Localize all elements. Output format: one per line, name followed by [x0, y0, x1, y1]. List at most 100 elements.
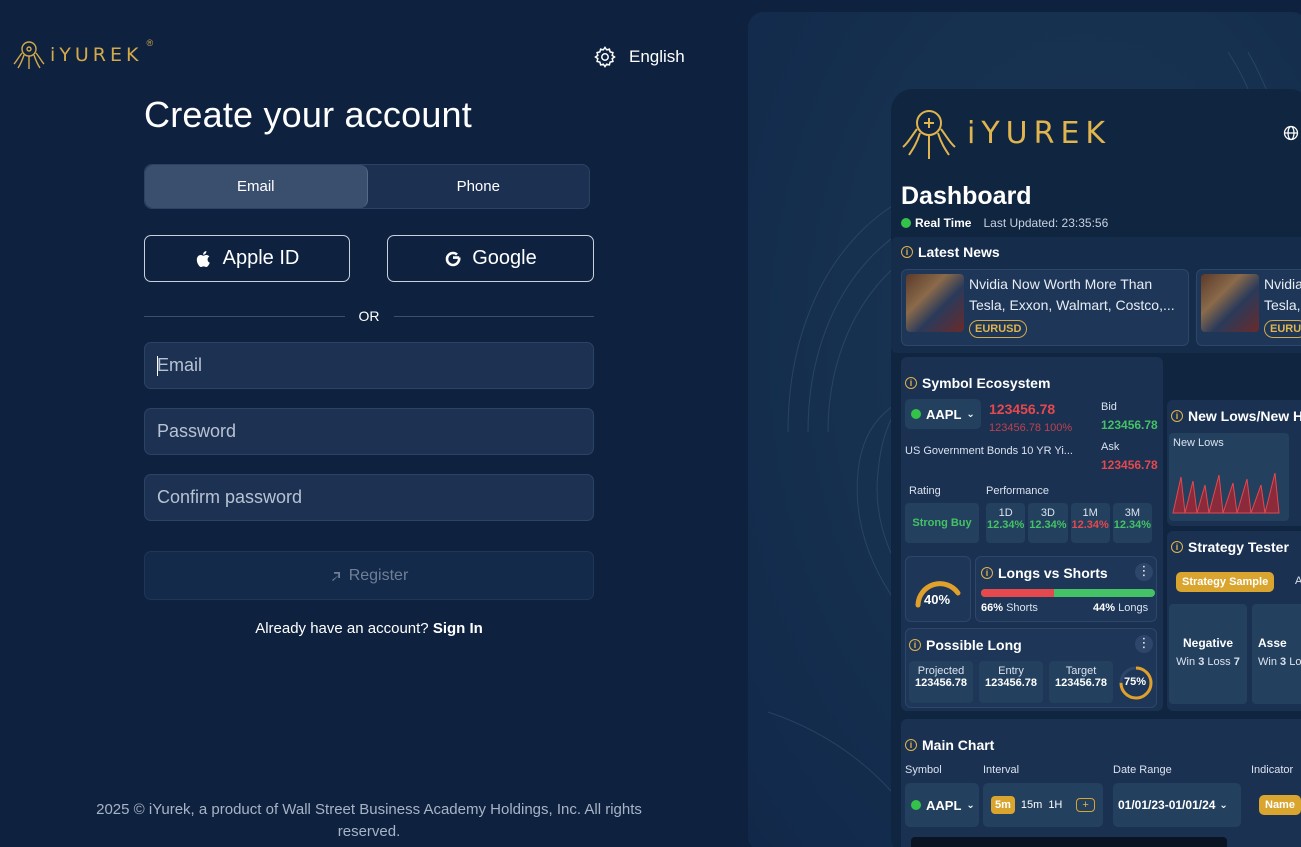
win-loss-stat: Win 3 Lo — [1258, 656, 1301, 668]
interval-label: Interval — [983, 764, 1020, 776]
more-options-icon[interactable]: ⋮ — [1135, 635, 1153, 653]
status-dot — [901, 218, 911, 228]
entry-label: Entry — [998, 665, 1024, 677]
octopus-logo-icon — [902, 110, 956, 159]
win-value: 3 — [1280, 656, 1287, 668]
performance-cell: 3M 12.34% — [1112, 503, 1152, 543]
trademark: ® — [146, 38, 154, 48]
new-lows-title: New Lows/New H — [1188, 408, 1301, 424]
rating-label: Rating — [909, 485, 941, 497]
dashboard-title: Dashboard — [901, 182, 1032, 210]
new-lows-sparkline — [1172, 472, 1280, 514]
password-field[interactable] — [144, 408, 594, 455]
chevron-down-icon: ⌄ — [966, 799, 975, 811]
signin-prompt-row: Already have an account? Sign In — [144, 620, 594, 637]
page-title: Create your account — [144, 94, 472, 135]
news-headline-line: Tesla, Exxon, Walmart, Costco,... — [969, 297, 1175, 313]
chart-symbol-name: AAPL — [926, 797, 962, 813]
brand-name: iYUREK — [50, 44, 143, 66]
strategy-sample-button[interactable]: Strategy Sample — [1176, 572, 1275, 592]
info-icon: i — [909, 639, 921, 651]
bid-value: 123456.78 — [1101, 418, 1158, 432]
interval-option[interactable]: 1H — [1048, 799, 1062, 811]
instrument-name: US Government Bonds 10 YR Yi... — [905, 445, 1073, 457]
chevron-down-icon: ⌄ — [966, 408, 975, 420]
performance-period: 1M — [1082, 507, 1098, 519]
possible-long-header: i Possible Long — [909, 637, 1022, 653]
shorts-value: 66% — [981, 602, 1004, 614]
register-button[interactable]: Register — [144, 551, 594, 600]
info-icon: i — [1171, 410, 1183, 422]
date-range-select[interactable]: 01/01/23-01/01/24 ⌄ — [1113, 783, 1241, 827]
longs-shorts-bar — [981, 589, 1155, 597]
brand-logo[interactable]: iYUREK ® — [12, 38, 153, 72]
symbol-ecosystem-title: Symbol Ecosystem — [922, 375, 1051, 391]
google-button[interactable]: Google — [387, 235, 594, 282]
chart-symbol-select[interactable]: AAPL ⌄ — [905, 783, 979, 827]
info-icon: i — [901, 246, 913, 258]
info-icon: i — [1171, 541, 1183, 553]
signup-method-tabs: Email Phone — [144, 164, 590, 209]
text-caret — [157, 356, 158, 376]
news-headline-line: Nvidia Now Worth More Than — [969, 276, 1153, 292]
apple-id-button[interactable]: Apple ID — [144, 235, 350, 282]
price-change-value: 123456.78 — [989, 422, 1041, 434]
indicator-name-button[interactable]: Name — [1259, 795, 1301, 815]
dashboard-brand-name: iYUREK — [967, 115, 1112, 151]
projected-value: 123456.78 — [915, 677, 967, 689]
more-options-icon[interactable]: ⋮ — [1135, 563, 1153, 581]
win-label: Win — [1258, 656, 1277, 668]
or-label: OR — [358, 308, 380, 324]
performance-period: 3D — [1040, 507, 1055, 519]
longs-value: 44% — [1093, 602, 1116, 614]
signin-prompt: Already have an account? — [255, 620, 429, 637]
longs-vs-shorts-title: Longs vs Shorts — [998, 565, 1108, 581]
news-thumbnail — [906, 274, 964, 332]
news-headline: Nvidia Tesla, — [1264, 274, 1301, 316]
entry-value: 123456.78 — [985, 677, 1037, 689]
ask-label: Ask — [1101, 441, 1120, 453]
interval-selector: 5m 15m 1H + — [983, 783, 1103, 827]
price-change-pct: 100% — [1044, 422, 1073, 434]
indicator-label: Indicator — [1251, 764, 1294, 776]
tab-email[interactable]: Email — [145, 165, 368, 208]
news-headline-line: Tesla, — [1264, 297, 1301, 313]
dashboard-logo: iYUREK — [899, 103, 1111, 163]
performance-value: 12.34% — [1029, 519, 1067, 531]
new-lows-header: i New Lows/New H — [1171, 408, 1301, 424]
performance-cell: 1M 12.34% — [1070, 503, 1110, 543]
google-label: Google — [472, 247, 537, 269]
tab-phone[interactable]: Phone — [368, 165, 590, 208]
ask-value: 123456.78 — [1101, 458, 1158, 472]
gauge-value: 40% — [924, 592, 951, 607]
confidence-ring: 75% — [1117, 664, 1155, 702]
symbol-name: AAPL — [926, 406, 962, 422]
strategy-tester-title: Strategy Tester — [1188, 539, 1289, 555]
news-headline: Nvidia Now Worth More Than Tesla, Exxon,… — [969, 274, 1175, 316]
performance-label: Performance — [986, 485, 1049, 497]
interval-option[interactable]: 15m — [1021, 799, 1042, 811]
chevron-down-icon: ⌄ — [1219, 799, 1228, 811]
performance-period: 3M — [1124, 507, 1141, 519]
divider-line-left — [144, 315, 345, 317]
sentiment-gauge: 40% — [905, 556, 971, 622]
gauge-arc — [915, 581, 961, 608]
symbol-select[interactable]: AAPL ⌄ — [905, 399, 981, 429]
apple-icon — [196, 250, 210, 267]
latest-news-title: Latest News — [918, 244, 1000, 260]
news-tag: EURUSD — [969, 320, 1028, 338]
language-selector[interactable]: English — [593, 45, 685, 69]
target-label: Target — [1065, 665, 1097, 677]
signin-link[interactable]: Sign In — [433, 620, 483, 637]
globe-icon — [1283, 125, 1299, 141]
arrow-up-right-icon — [331, 571, 340, 581]
negative-card: Negative Win 3 Loss 7 — [1169, 604, 1247, 704]
add-interval-button[interactable]: + — [1076, 798, 1095, 812]
confirm-password-field[interactable] — [144, 474, 594, 521]
strategy-tester-header: i Strategy Tester — [1171, 539, 1289, 555]
interval-option-active[interactable]: 5m — [991, 796, 1015, 814]
loss-label: Lo — [1289, 656, 1301, 668]
possible-long-title: Possible Long — [926, 637, 1022, 653]
email-field[interactable] — [144, 342, 594, 389]
new-lows-chart: New Lows — [1169, 433, 1289, 521]
